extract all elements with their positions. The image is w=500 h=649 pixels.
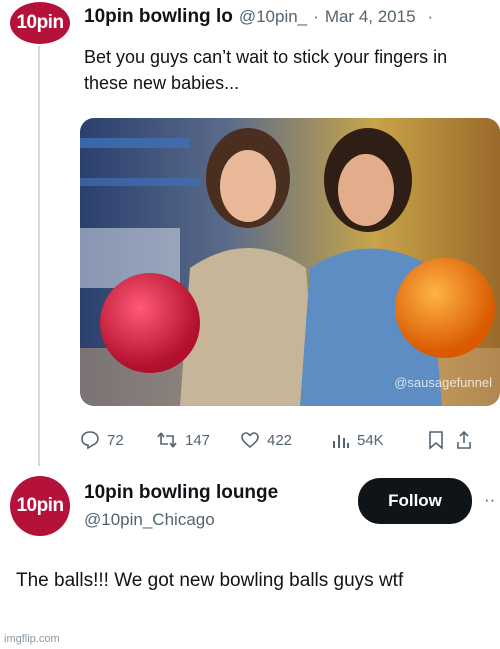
- reply-count: 72: [107, 431, 124, 449]
- display-name[interactable]: 10pin bowling lounge: [84, 482, 278, 504]
- avatar[interactable]: 10pin: [10, 2, 70, 44]
- avatar[interactable]: 10pin: [10, 476, 70, 536]
- retweet-count: 147: [185, 431, 211, 449]
- handle[interactable]: @10pin_Chicago: [84, 510, 215, 530]
- tweet-date[interactable]: Mar 4, 2015: [325, 7, 416, 27]
- like-count: 422: [267, 431, 293, 449]
- image-watermark: @sausagefunnel: [394, 375, 492, 390]
- views-count: 54K: [357, 431, 384, 449]
- like-button[interactable]: 422: [240, 430, 332, 450]
- thread-line: [38, 46, 40, 466]
- reply-icon: [81, 431, 99, 450]
- tweet-image[interactable]: @sausagefunnel: [80, 118, 500, 406]
- avatar-text: 10pin: [16, 495, 64, 516]
- handle[interactable]: @10pin_: [239, 7, 307, 27]
- site-watermark: imgflip.com: [4, 633, 60, 645]
- bookmark-button[interactable]: [428, 430, 456, 450]
- more-options-icon[interactable]: ·: [428, 7, 434, 27]
- bowling-photo: [80, 118, 500, 406]
- more-options-icon[interactable]: ··: [484, 490, 495, 510]
- avatar-text: 10pin: [16, 12, 64, 33]
- bookmark-icon: [429, 431, 443, 450]
- tweet-header: 10pin bowling lo @10pin_ · Mar 4, 2015 ·: [84, 6, 498, 32]
- views-button[interactable]: 54K: [332, 431, 428, 449]
- share-button[interactable]: [456, 430, 476, 450]
- display-name[interactable]: 10pin bowling lo: [84, 6, 233, 28]
- tweet-text: Bet you guys can’t wait to stick your fi…: [84, 47, 448, 93]
- reply-button[interactable]: 72: [80, 430, 156, 450]
- views-icon: [333, 435, 349, 448]
- action-bar: 72 147 422 54K: [80, 428, 500, 452]
- follow-button[interactable]: Follow: [358, 478, 472, 524]
- retweet-button[interactable]: 147: [156, 430, 240, 450]
- like-icon: [241, 432, 259, 449]
- retweet-icon: [157, 432, 177, 448]
- separator: ·: [313, 7, 319, 26]
- tweet-text: The balls!!! We got new bowling balls gu…: [16, 570, 404, 591]
- share-icon: [457, 430, 471, 449]
